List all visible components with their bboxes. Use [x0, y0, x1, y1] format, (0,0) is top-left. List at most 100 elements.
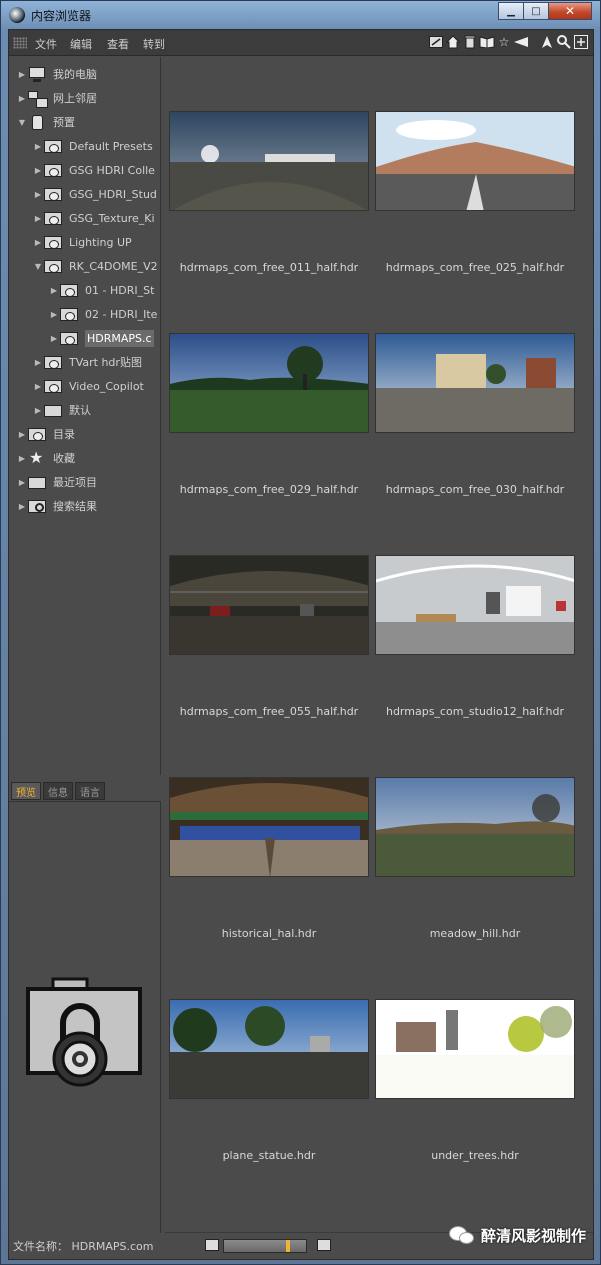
title-bar[interactable]: 内容浏览器 ▁ □ ✕: [1, 1, 600, 29]
tab-language[interactable]: 语言: [75, 782, 105, 800]
grip-handle-icon[interactable]: [13, 37, 27, 49]
recent-folder-icon: [27, 474, 47, 490]
hdri-preview-image[interactable]: [169, 777, 369, 877]
expand-arrow-icon[interactable]: ▶: [17, 70, 27, 79]
thumbnail-item[interactable]: hdrmaps_com_free_055_half.hdr: [169, 555, 369, 725]
search-icon[interactable]: [556, 34, 572, 50]
minimize-button[interactable]: ▁: [498, 2, 524, 20]
star-icon[interactable]: ☆: [496, 34, 512, 50]
expand-arrow-icon[interactable]: ▶: [33, 238, 43, 247]
expand-arrow-icon[interactable]: ▶: [33, 214, 43, 223]
zoom-slider-handle[interactable]: [286, 1240, 290, 1252]
thumbnail-label: hdrmaps_com_free_011_half.hdr: [179, 261, 359, 274]
thumbnail-label: hdrmaps_com_studio12_half.hdr: [385, 705, 565, 718]
zoom-in-icon[interactable]: [317, 1239, 331, 1251]
thumbnail-item[interactable]: plane_statue.hdr: [169, 999, 369, 1169]
thumbnail-item[interactable]: hdrmaps_com_free_025_half.hdr: [375, 111, 575, 281]
tree-item[interactable]: ▶ 默认: [33, 399, 91, 421]
tree-item-label: 01 - HDRI_St: [85, 283, 155, 297]
thumbnail-item[interactable]: under_trees.hdr: [375, 999, 575, 1169]
tab-preview[interactable]: 预览: [11, 782, 41, 800]
close-button[interactable]: ✕: [548, 2, 592, 20]
zoom-out-icon[interactable]: [205, 1239, 219, 1251]
back-icon[interactable]: [513, 34, 529, 50]
lib-folder-icon: [59, 282, 79, 298]
expand-arrow-icon[interactable]: ▶: [49, 286, 59, 295]
add-icon[interactable]: [573, 34, 589, 50]
expand-arrow-icon[interactable]: ▶: [17, 454, 27, 463]
hdri-preview-image[interactable]: [169, 333, 369, 433]
tree-item[interactable]: ▶ TVart hdr贴图: [33, 351, 142, 373]
tree-item[interactable]: ▶ 搜索结果: [17, 495, 97, 517]
window-title: 内容浏览器: [31, 9, 92, 23]
lib-folder-icon: [59, 330, 79, 346]
tree-item[interactable]: ▶ 目录: [17, 423, 75, 445]
watermark: 醉清风影视制作: [449, 1224, 586, 1246]
hdri-preview-image[interactable]: [169, 111, 369, 211]
expand-arrow-icon[interactable]: ▶: [33, 190, 43, 199]
trash-icon[interactable]: [462, 34, 478, 50]
expand-arrow-icon[interactable]: ▶: [33, 142, 43, 151]
expand-arrow-icon[interactable]: ▶: [17, 502, 27, 511]
menu-view[interactable]: 查看: [107, 36, 129, 52]
collapse-arrow-icon[interactable]: ▼: [33, 262, 43, 271]
tree-item[interactable]: ▶ HDRMAPS.c: [49, 327, 154, 349]
expand-arrow-icon[interactable]: ▶: [17, 94, 27, 103]
tree-item[interactable]: ▶ 02 - HDRI_Ite: [49, 303, 157, 325]
expand-arrow-icon[interactable]: ▶: [49, 334, 59, 343]
menu-goto[interactable]: 转到: [143, 36, 165, 52]
tree-item[interactable]: ▶ GSG_Texture_Ki: [33, 207, 155, 229]
thumbnail-item[interactable]: hdrmaps_com_free_030_half.hdr: [375, 333, 575, 503]
tree-item-label: 默认: [69, 404, 91, 417]
tab-info[interactable]: 信息: [43, 782, 73, 800]
tree-item[interactable]: ▶ ★ 收藏: [17, 447, 75, 469]
collapse-arrow-icon[interactable]: ▼: [17, 118, 27, 127]
expand-arrow-icon[interactable]: ▶: [17, 430, 27, 439]
tree-item[interactable]: ▶ Video_Copilot: [33, 375, 144, 397]
expand-arrow-icon[interactable]: ▶: [33, 406, 43, 415]
tree-item[interactable]: ▼ RK_C4DOME_V2: [33, 255, 158, 277]
tree-item[interactable]: ▶ GSG HDRI Colle: [33, 159, 155, 181]
tree-item-label: 我的电脑: [53, 68, 97, 81]
thumbnail-item[interactable]: historical_hal.hdr: [169, 777, 369, 947]
maximize-button[interactable]: □: [523, 2, 549, 20]
expand-arrow-icon[interactable]: ▶: [33, 166, 43, 175]
tree-item[interactable]: ▶ 01 - HDRI_St: [49, 279, 154, 301]
wechat-icon: [449, 1224, 475, 1246]
hdri-preview-image[interactable]: [375, 777, 575, 877]
menu-edit[interactable]: 编辑: [70, 36, 92, 52]
expand-arrow-icon[interactable]: ▶: [33, 358, 43, 367]
tree-item[interactable]: ▶ 我的电脑: [17, 63, 97, 85]
thumbnail-item[interactable]: hdrmaps_com_free_029_half.hdr: [169, 333, 369, 503]
thumbnail-item[interactable]: hdrmaps_com_free_011_half.hdr: [169, 111, 369, 281]
tree-item[interactable]: ▶ Lighting UP: [33, 231, 132, 253]
tree-item-label: Lighting UP: [69, 235, 132, 249]
expand-arrow-icon[interactable]: ▶: [33, 382, 43, 391]
thumbnail-item[interactable]: meadow_hill.hdr: [375, 777, 575, 947]
tree-item-label: 预置: [53, 116, 75, 129]
thumbnail-item[interactable]: hdrmaps_com_studio12_half.hdr: [375, 555, 575, 725]
tree-item[interactable]: ▼ 预置: [17, 111, 75, 133]
hdri-preview-image[interactable]: [375, 999, 575, 1099]
tree-item[interactable]: ▶ 网上邻居: [17, 87, 97, 109]
book-icon[interactable]: [479, 34, 495, 50]
home-icon[interactable]: [445, 34, 461, 50]
expand-arrow-icon[interactable]: ▶: [49, 310, 59, 319]
tree-item[interactable]: ▶ GSG_HDRI_Stud: [33, 183, 157, 205]
zoom-slider[interactable]: [223, 1239, 307, 1253]
tree-item-label: RK_C4DOME_V2: [69, 259, 158, 273]
up-arrow-icon[interactable]: [539, 34, 555, 50]
hdri-preview-image[interactable]: [169, 999, 369, 1099]
hdri-preview-image[interactable]: [375, 333, 575, 433]
tree-item-label: GSG_HDRI_Stud: [69, 187, 157, 201]
thumbnail-label: under_trees.hdr: [431, 1149, 519, 1162]
hdri-preview-image[interactable]: [169, 555, 369, 655]
edit-icon[interactable]: [428, 34, 444, 50]
expand-arrow-icon[interactable]: ▶: [17, 478, 27, 487]
hdri-preview-image[interactable]: [375, 111, 575, 211]
tree-item[interactable]: ▶ 最近项目: [17, 471, 97, 493]
tree-item[interactable]: ▶ Default Presets: [33, 135, 153, 157]
menu-file[interactable]: 文件: [35, 36, 57, 52]
preset-icon: [27, 114, 47, 130]
hdri-preview-image[interactable]: [375, 555, 575, 655]
